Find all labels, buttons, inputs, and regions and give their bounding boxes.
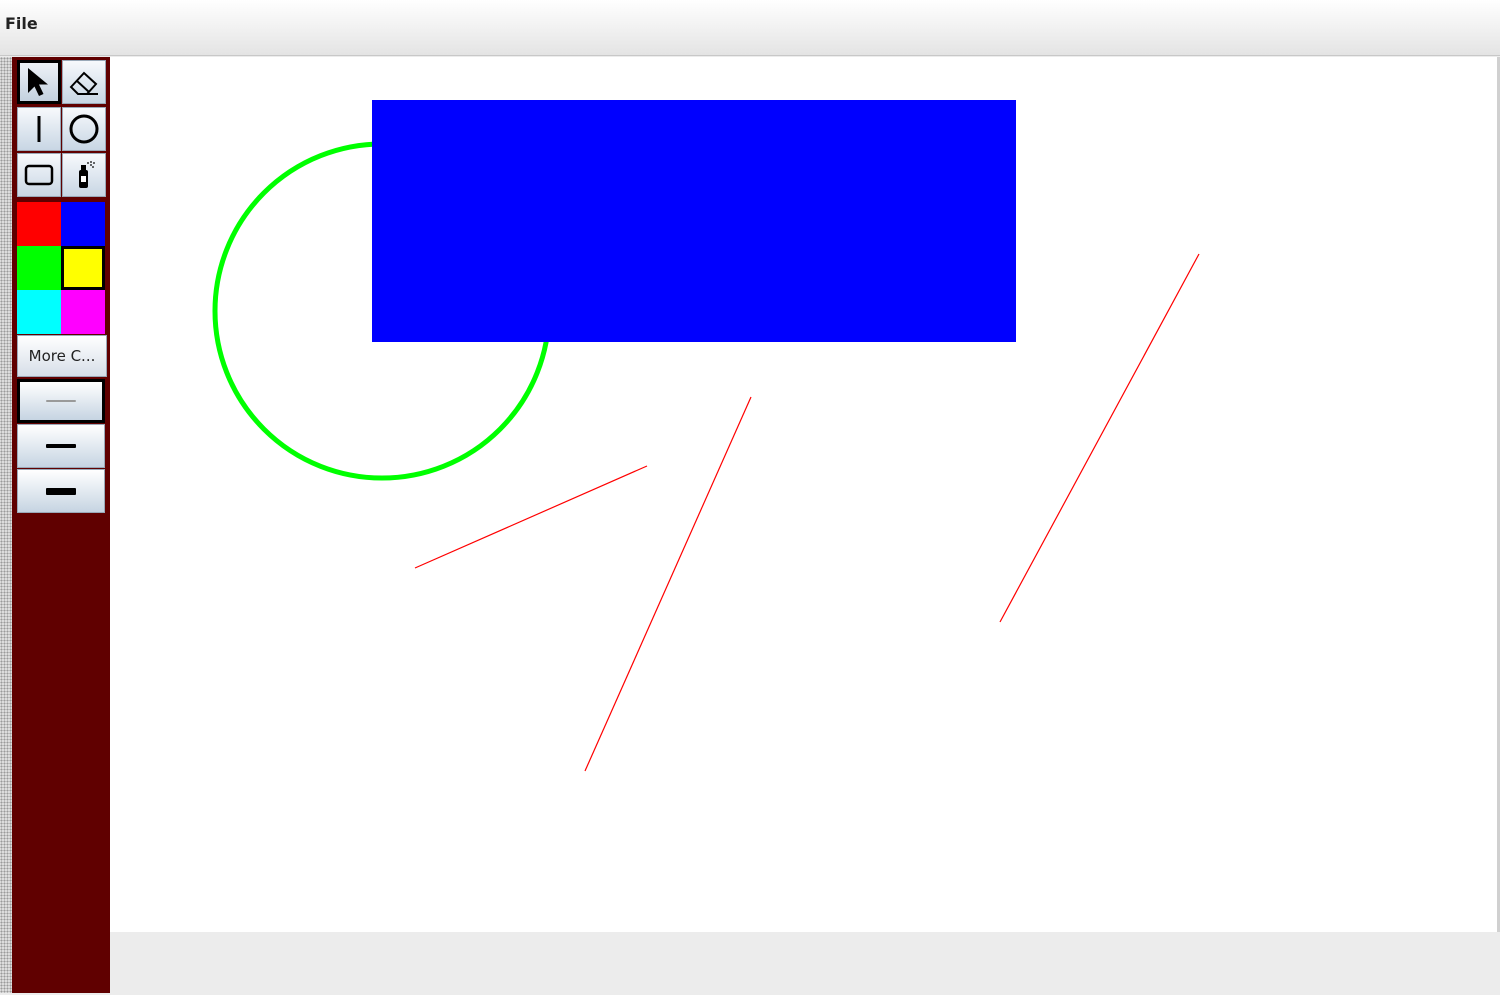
color-swatch-magenta[interactable] <box>61 290 105 334</box>
thin-stroke-icon <box>46 400 76 402</box>
color-swatch-blue[interactable] <box>61 202 105 246</box>
stroke-thick-button[interactable] <box>17 469 105 513</box>
more-colors-button[interactable]: More C... <box>17 335 107 377</box>
circle-tool-button[interactable] <box>62 107 106 151</box>
toolbar-drag-handle[interactable] <box>0 57 12 993</box>
stroke-thin-button[interactable] <box>17 379 105 423</box>
rectangle-icon <box>24 164 54 186</box>
spray-can-icon <box>79 161 95 188</box>
color-swatch-yellow[interactable] <box>61 246 105 290</box>
file-menu[interactable]: File <box>5 14 38 33</box>
color-swatch-cyan[interactable] <box>17 290 61 334</box>
red-line-shape[interactable] <box>414 465 648 569</box>
line-icon <box>37 116 41 142</box>
blue-rectangle-shape[interactable] <box>372 100 1016 342</box>
arrow-pointer-icon <box>28 68 48 96</box>
drawing-canvas[interactable] <box>110 57 1500 932</box>
circle-icon <box>69 114 99 144</box>
canvas-drawing-layer <box>212 100 1200 772</box>
medium-stroke-icon <box>46 444 76 448</box>
color-swatch-red[interactable] <box>17 202 61 246</box>
tool-palette: More C... <box>12 57 110 993</box>
rectangle-tool-button[interactable] <box>17 153 61 197</box>
eraser-icon <box>69 71 98 95</box>
line-tool-button[interactable] <box>17 107 61 151</box>
menu-bar: File <box>0 0 1500 56</box>
eraser-tool-button[interactable] <box>62 60 106 104</box>
status-area <box>110 932 1500 995</box>
spray-tool-button[interactable] <box>62 153 106 197</box>
red-line-shape[interactable] <box>999 253 1200 623</box>
select-tool-button[interactable] <box>17 60 61 104</box>
stroke-medium-button[interactable] <box>17 424 105 468</box>
color-swatch-green[interactable] <box>17 246 61 290</box>
red-line-shape[interactable] <box>584 396 752 772</box>
thick-stroke-icon <box>46 487 76 495</box>
